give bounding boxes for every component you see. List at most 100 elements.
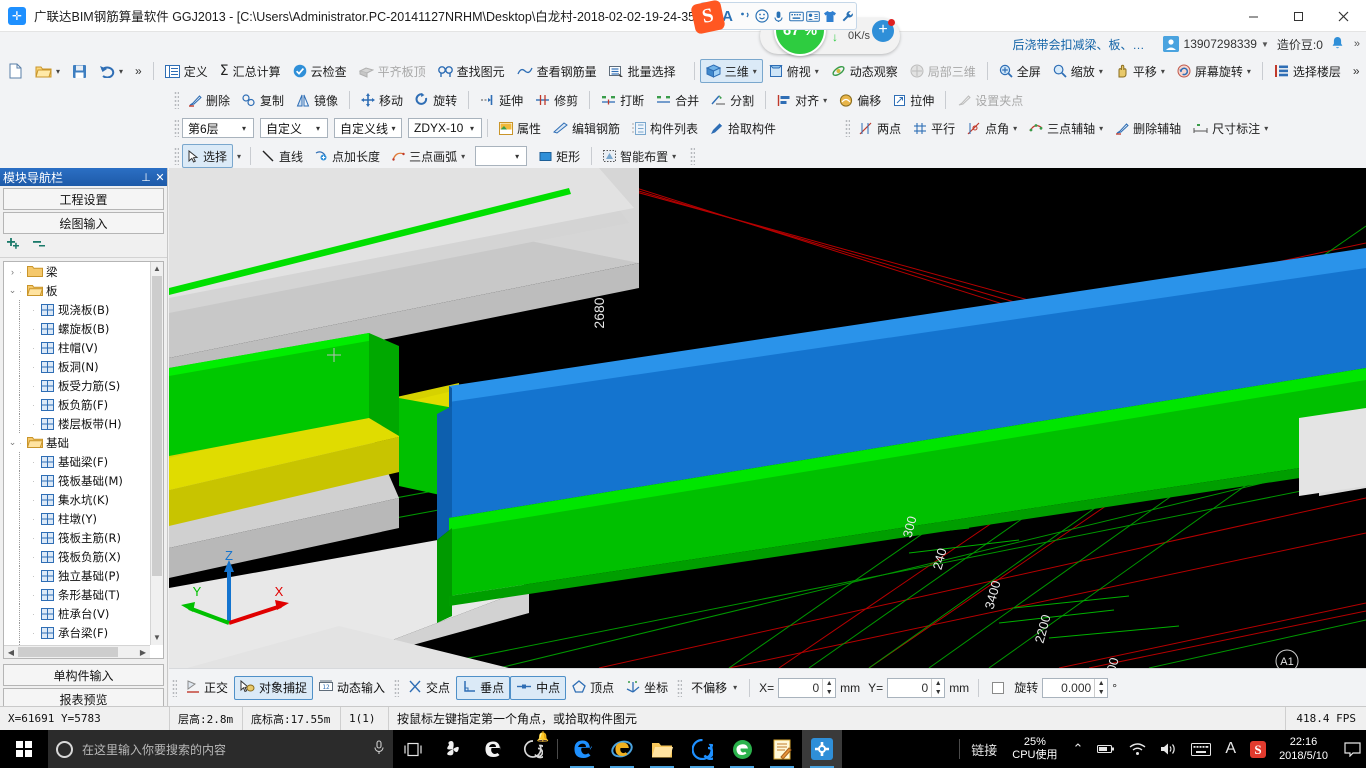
toolbar-item-define[interactable]: 定义 [159,59,214,83]
snapbar-gripper[interactable] [172,678,177,697]
chevron-down-icon[interactable]: ▾ [1013,124,1017,133]
running-app-glodon[interactable] [802,730,842,768]
chevron-down-icon[interactable]: ▾ [1247,67,1251,76]
tree-horizontal-scrollbar[interactable]: ◀ ▶ [4,645,150,658]
tray-overflow-chevron-icon[interactable]: ⌃ [1065,730,1090,768]
overflow-chevron-icon[interactable]: » [1354,38,1360,50]
running-app-blue-swirl[interactable] [682,730,722,768]
toolbar-item-edit-rebar[interactable]: 编辑钢筋 [547,116,626,140]
toolbar-item-three-point-arc[interactable]: 三点画弧 ▾ [386,144,471,168]
toolbar-item-partial-3d[interactable]: 局部三维 [904,59,982,83]
scroll-thumb-h[interactable] [18,647,118,657]
remove-icon[interactable] [32,237,48,254]
sogou-ime-toolbar[interactable]: S A [690,0,857,35]
snap-coordinate[interactable]: 坐标 [620,676,674,700]
pinned-app-edge-e-icon[interactable] [473,730,513,768]
tree-node[interactable]: · 螺旋板(B) [4,319,150,338]
search-input[interactable]: 在这里输入你要搜索的内容 [48,730,393,768]
tray-link-label[interactable]: 链接 [964,730,1004,768]
open-folder-icon[interactable]: ▾ [29,59,66,83]
scroll-left-icon[interactable]: ◀ [4,646,18,658]
running-app-notepad[interactable] [762,730,802,768]
category-combo[interactable]: 自定义 ▾ [260,118,328,138]
tree-expander[interactable]: ⌄ [6,437,19,448]
toolbar-item-delete-axis[interactable]: 删除辅轴 [1109,116,1187,140]
toolbar-item-find-element[interactable]: 查找图元 [432,59,511,83]
toolbar-gripper[interactable] [174,119,179,137]
sogou-skin-shirt-icon[interactable] [822,5,839,27]
toolbar-item-smart-layout[interactable]: 智能布置 ▾ [597,144,682,168]
component-combo[interactable]: ZDYX-10 ▾ [408,118,482,138]
toolbar-item-rect[interactable]: 矩形 [533,144,586,168]
sogou-s-icon[interactable]: S [1243,730,1273,768]
cpu-usage-widget[interactable]: 25% CPU使用 [1004,736,1065,762]
toolbar-item-merge[interactable]: 合并 [650,88,705,112]
toolbar-item-point-angle[interactable]: 点角 ▾ [961,116,1023,140]
chevron-down-icon[interactable]: ▾ [461,152,465,161]
snap-ortho[interactable]: 正交 [180,676,234,700]
sogou-logo-icon[interactable]: S [690,0,726,35]
rotate-stepper[interactable]: ▲ ▼ [1094,678,1107,697]
snap-midpoint[interactable]: 中点 [510,675,567,700]
chevron-down-icon[interactable]: ▾ [465,124,479,133]
windows-start-icon[interactable] [0,730,48,768]
tree-expander[interactable]: › [6,267,19,277]
toolbar-item-zoom[interactable]: 缩放 ▾ [1047,59,1109,83]
chevron-down-icon[interactable]: ▾ [1161,67,1165,76]
sogou-microphone-icon[interactable] [770,5,787,27]
toolbar-item-dimension[interactable]: 尺寸标注 ▾ [1187,116,1274,140]
toolbar-item-line[interactable]: 直线 [256,144,309,168]
toolbar-item-screen-rotate[interactable]: 屏幕旋转 ▾ [1171,59,1257,83]
chevron-down-icon[interactable]: ▾ [388,124,399,133]
draw-extra-combo[interactable]: ▾ [475,146,528,166]
snap-perpendicular[interactable]: 垂点 [456,675,511,700]
toolbar-item-select-floor[interactable]: 选择楼层 [1268,59,1347,83]
tree-node[interactable]: · 承台梁(F) [4,623,150,642]
maximize-button[interactable] [1276,0,1321,32]
chevron-down-icon[interactable]: ▾ [672,152,676,161]
toolbar-item-move[interactable]: 移动 [355,88,409,112]
drawing-input-button[interactable]: 绘图输入 [3,212,164,234]
chevron-down-icon[interactable]: ▾ [753,67,757,76]
chevron-down-icon[interactable]: ▾ [823,96,827,105]
chevron-down-icon[interactable]: ▼ [1261,40,1269,49]
3d-viewport[interactable]: 2680 300 240 3400 2200 00 A1 Z X Y [169,168,1366,668]
snapbar-gripper[interactable] [677,678,683,697]
chevron-down-icon[interactable]: ▾ [510,152,524,161]
sogou-emoji-icon[interactable] [753,5,770,27]
notification-icon[interactable] [1338,730,1366,768]
toolbar-item-trim[interactable]: 修剪 [529,88,584,112]
toolbar-gripper[interactable] [174,91,179,109]
undo-icon[interactable]: ▾ [93,59,129,83]
toolbar-item-break[interactable]: 打断 [595,88,650,112]
snap-object[interactable]: 对象捕捉 [234,675,314,700]
volume-icon[interactable] [1153,730,1184,768]
tree-expander[interactable]: ⌄ [6,285,19,296]
chevron-down-icon[interactable]: ▾ [1099,67,1103,76]
toolbar-gripper[interactable] [690,147,696,165]
toolbar-item-delete[interactable]: 删除 [182,88,236,112]
toolbar-item-3d[interactable]: 三维 ▾ [699,59,763,83]
tree-node[interactable]: · 柱帽(V) [4,338,150,357]
y-offset-input[interactable]: 0 ▲ ▼ [887,677,946,698]
x-offset-input[interactable]: 0 ▲ ▼ [778,677,837,698]
toolbar-item-parallel[interactable]: 平行 [907,116,961,140]
snapbar-gripper[interactable] [394,678,400,697]
minimize-button[interactable] [1231,0,1276,32]
scroll-up-icon[interactable]: ▲ [151,262,163,276]
toolbar-item-batch-select[interactable]: 批量选择 [603,59,682,83]
sogou-punctuation-icon[interactable] [736,5,753,27]
snap-intersection[interactable]: 交点 [402,676,456,700]
tree-node[interactable]: · 基础梁(F) [4,452,150,471]
snap-dynamic-input[interactable]: 12 动态输入 [313,676,391,700]
tree-node[interactable]: · 板受力筋(S) [4,376,150,395]
chevron-down-icon[interactable]: ▾ [1264,124,1268,133]
running-app-edge-blue[interactable] [562,730,602,768]
toolbar-item-select[interactable]: 选择 [182,144,234,168]
toolbar-gripper[interactable] [174,147,179,165]
chevron-down-icon[interactable]: ▾ [56,67,60,76]
x-stepper[interactable]: ▲ ▼ [822,678,835,697]
keyboard-icon[interactable] [1184,730,1218,768]
toolbar-item-cloud-check[interactable]: 云检查 [287,59,353,83]
toolbar-item-mirror[interactable]: 镜像 [290,88,344,112]
